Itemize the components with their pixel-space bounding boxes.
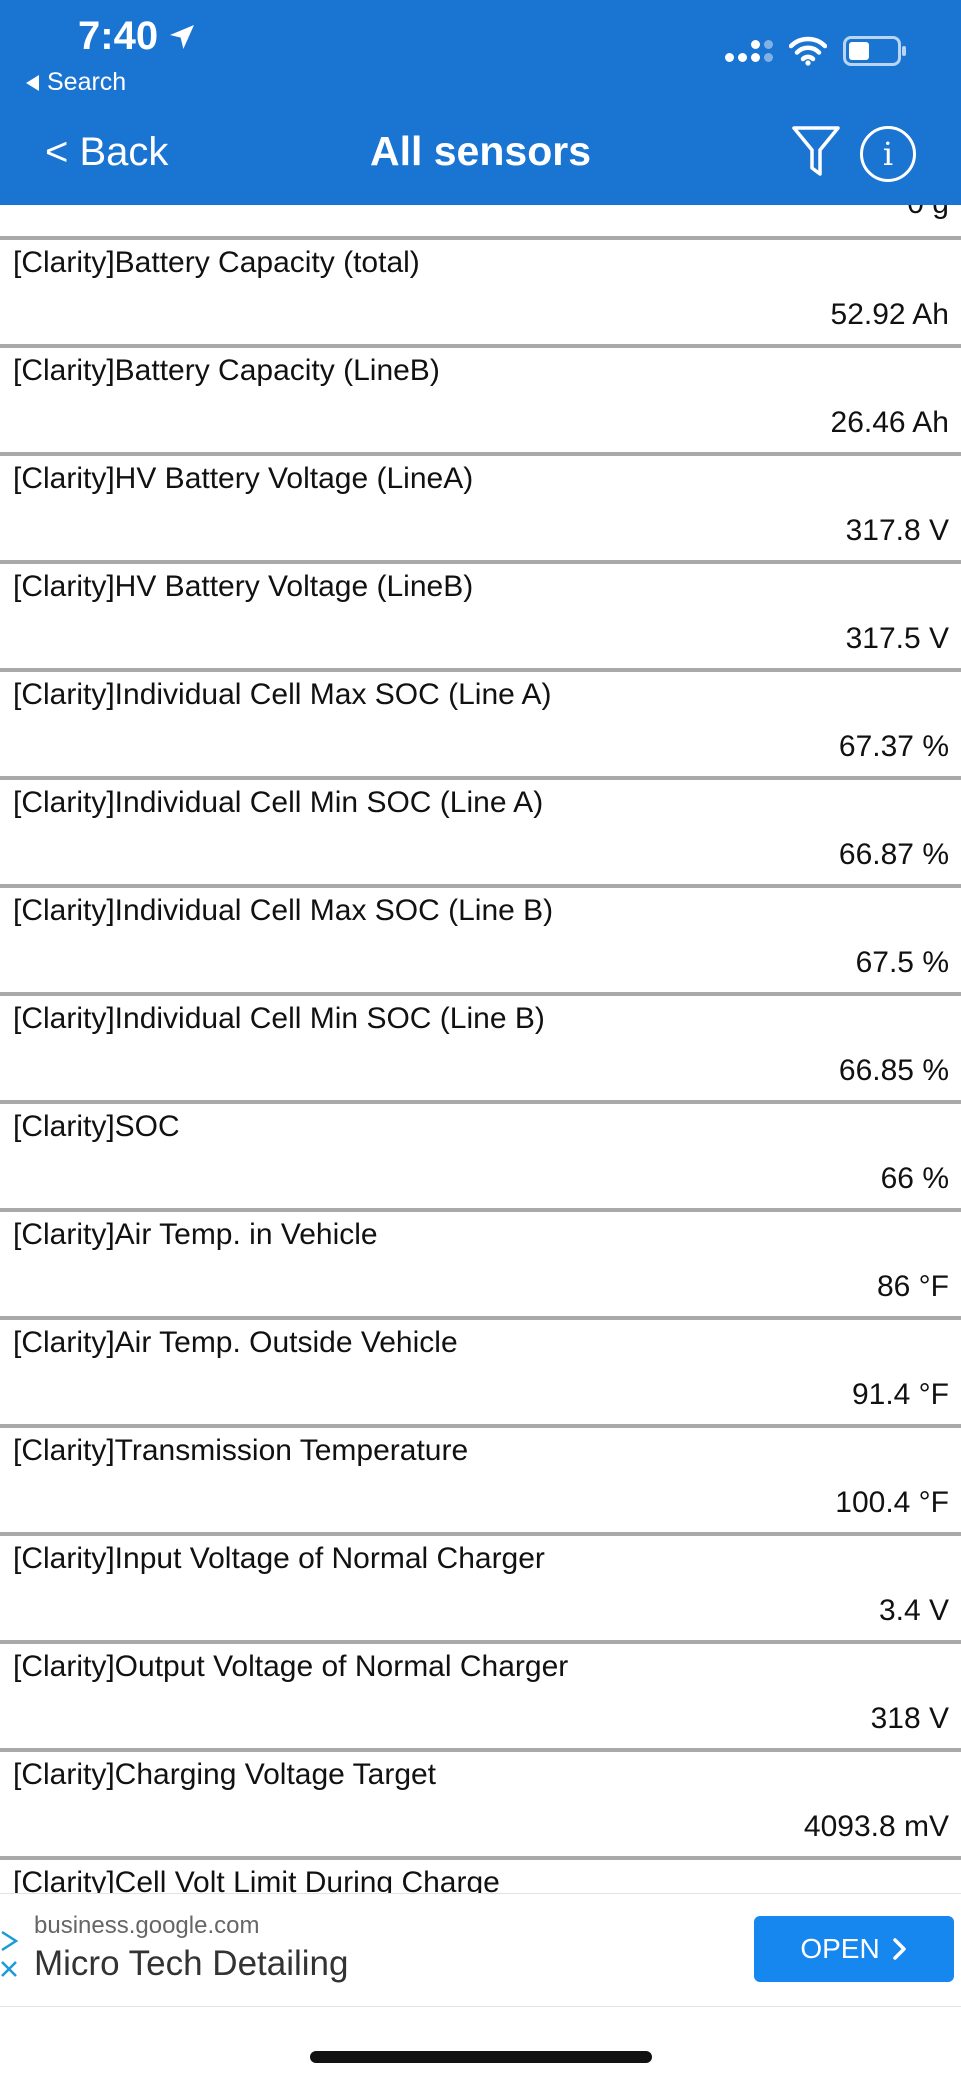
location-arrow-icon (170, 24, 195, 49)
sensor-row[interactable]: [Clarity]Charging Voltage Target 4093.8 m… (0, 1748, 961, 1856)
sensor-name: [Clarity]Individual Cell Min SOC (Line B… (13, 1002, 545, 1035)
sensor-name: [Clarity]Transmission Temperature (13, 1434, 469, 1467)
sensor-value: 26.46 Ah (830, 406, 949, 439)
sensor-row[interactable]: [Clarity]Output Voltage of Normal Charge… (0, 1640, 961, 1748)
sensor-name: [Clarity]Individual Cell Max SOC (Line B… (13, 894, 554, 927)
status-back-label: Search (47, 68, 127, 96)
cellular-signal-icon (725, 40, 773, 62)
sensor-name: [Clarity]Individual Cell Max SOC (Line A… (13, 678, 552, 711)
sensor-row[interactable]: [Clarity]Individual Cell Max SOC (Line A… (0, 668, 961, 776)
sensor-name: [Clarity]Input Voltage of Normal Charger (13, 1542, 545, 1575)
sensor-row[interactable]: [Clarity]HV Battery Voltage (LineB) 317.5… (0, 560, 961, 668)
sensor-name: [Clarity]Individual Cell Min SOC (Line A… (13, 786, 544, 819)
ad-title[interactable]: Micro Tech Detailing (34, 1944, 349, 1984)
partial-sensor-value: 0 g (907, 205, 949, 221)
sensor-row[interactable]: [Clarity]Individual Cell Min SOC (Line B… (0, 992, 961, 1100)
sensor-name: [Clarity]Air Temp. Outside Vehicle (13, 1326, 458, 1359)
sensor-name: [Clarity]Air Temp. in Vehicle (13, 1218, 378, 1251)
sensor-name: [Clarity]Cell Volt Limit During Charge (13, 1866, 500, 1893)
info-icon[interactable]: i (860, 126, 916, 182)
app-header: 7:40 Search < Back All sensors i (0, 0, 961, 205)
ad-open-label: OPEN (800, 1933, 880, 1964)
sensor-value: 67.37 % (838, 730, 949, 763)
sensor-row[interactable]: [Clarity]Cell Volt Limit During Charge (0, 1856, 961, 1893)
sensor-name: [Clarity]Battery Capacity (total) (13, 246, 420, 279)
sensor-row[interactable]: [Clarity]Air Temp. in Vehicle 86 °F (0, 1208, 961, 1316)
chevron-right-icon (892, 1938, 906, 1960)
sensor-value: 67.5 % (855, 946, 949, 979)
sensor-value: 91.4 °F (851, 1378, 949, 1411)
sensor-row[interactable]: [Clarity]Input Voltage of Normal Charger… (0, 1532, 961, 1640)
sensor-row[interactable]: [Clarity]SOC 66 % (0, 1100, 961, 1208)
ad-open-button[interactable]: OPEN (754, 1916, 954, 1982)
sensor-name: [Clarity]SOC (13, 1110, 180, 1143)
back-triangle-icon (26, 74, 39, 91)
status-time-text: 7:40 (78, 14, 159, 58)
sensor-value: 317.5 V (845, 622, 949, 655)
sensor-value: 66.87 % (838, 838, 949, 871)
sensor-value: 100.4 °F (835, 1486, 949, 1519)
sensor-row[interactable]: [Clarity]Transmission Temperature 100.4 °… (0, 1424, 961, 1532)
sensor-value: 86 °F (876, 1270, 949, 1303)
sensor-name: [Clarity]HV Battery Voltage (LineA) (13, 462, 474, 495)
filter-icon[interactable] (790, 124, 842, 180)
sensor-value: 317.8 V (845, 514, 949, 547)
wifi-icon (789, 36, 827, 66)
ad-banner[interactable]: business.google.com Micro Tech Detailing… (0, 1893, 961, 2007)
sensor-value: 3.4 V (878, 1594, 949, 1627)
back-button[interactable]: < Back (45, 130, 168, 175)
home-indicator[interactable] (310, 2051, 652, 2063)
sensor-list[interactable]: 0 g [Clarity]Battery Capacity (total) 52.… (0, 205, 961, 1893)
status-icons (725, 36, 906, 66)
sensor-value: 52.92 Ah (830, 298, 949, 331)
ad-choices-icon[interactable] (0, 1930, 20, 1990)
sensor-value: 66 % (880, 1162, 949, 1195)
sensor-row[interactable]: [Clarity]Air Temp. Outside Vehicle 91.4 °… (0, 1316, 961, 1424)
sensor-row[interactable]: [Clarity]HV Battery Voltage (LineA) 317.8… (0, 452, 961, 560)
sensor-value: 66.85 % (838, 1054, 949, 1087)
sensor-name: [Clarity]Charging Voltage Target (13, 1758, 437, 1791)
sensor-row[interactable]: [Clarity]Battery Capacity (LineB) 26.46 A… (0, 344, 961, 452)
sensor-row[interactable]: [Clarity]Individual Cell Min SOC (Line A… (0, 776, 961, 884)
sensor-value: 318 V (870, 1702, 949, 1735)
status-back-to-app[interactable]: Search (26, 68, 126, 97)
sensor-name: [Clarity]Output Voltage of Normal Charge… (13, 1650, 569, 1683)
sensor-value: 4093.8 mV (803, 1810, 949, 1843)
sensor-row[interactable]: [Clarity]Battery Capacity (total) 52.92 A… (0, 236, 961, 344)
sensor-row[interactable]: [Clarity]Individual Cell Max SOC (Line B… (0, 884, 961, 992)
ad-domain: business.google.com (34, 1912, 260, 1939)
info-glyph: i (882, 135, 894, 173)
sensor-name: [Clarity]HV Battery Voltage (LineB) (13, 570, 474, 603)
sensor-name: [Clarity]Battery Capacity (LineB) (13, 354, 440, 387)
status-time: 7:40 (78, 14, 198, 59)
battery-icon (843, 36, 906, 66)
